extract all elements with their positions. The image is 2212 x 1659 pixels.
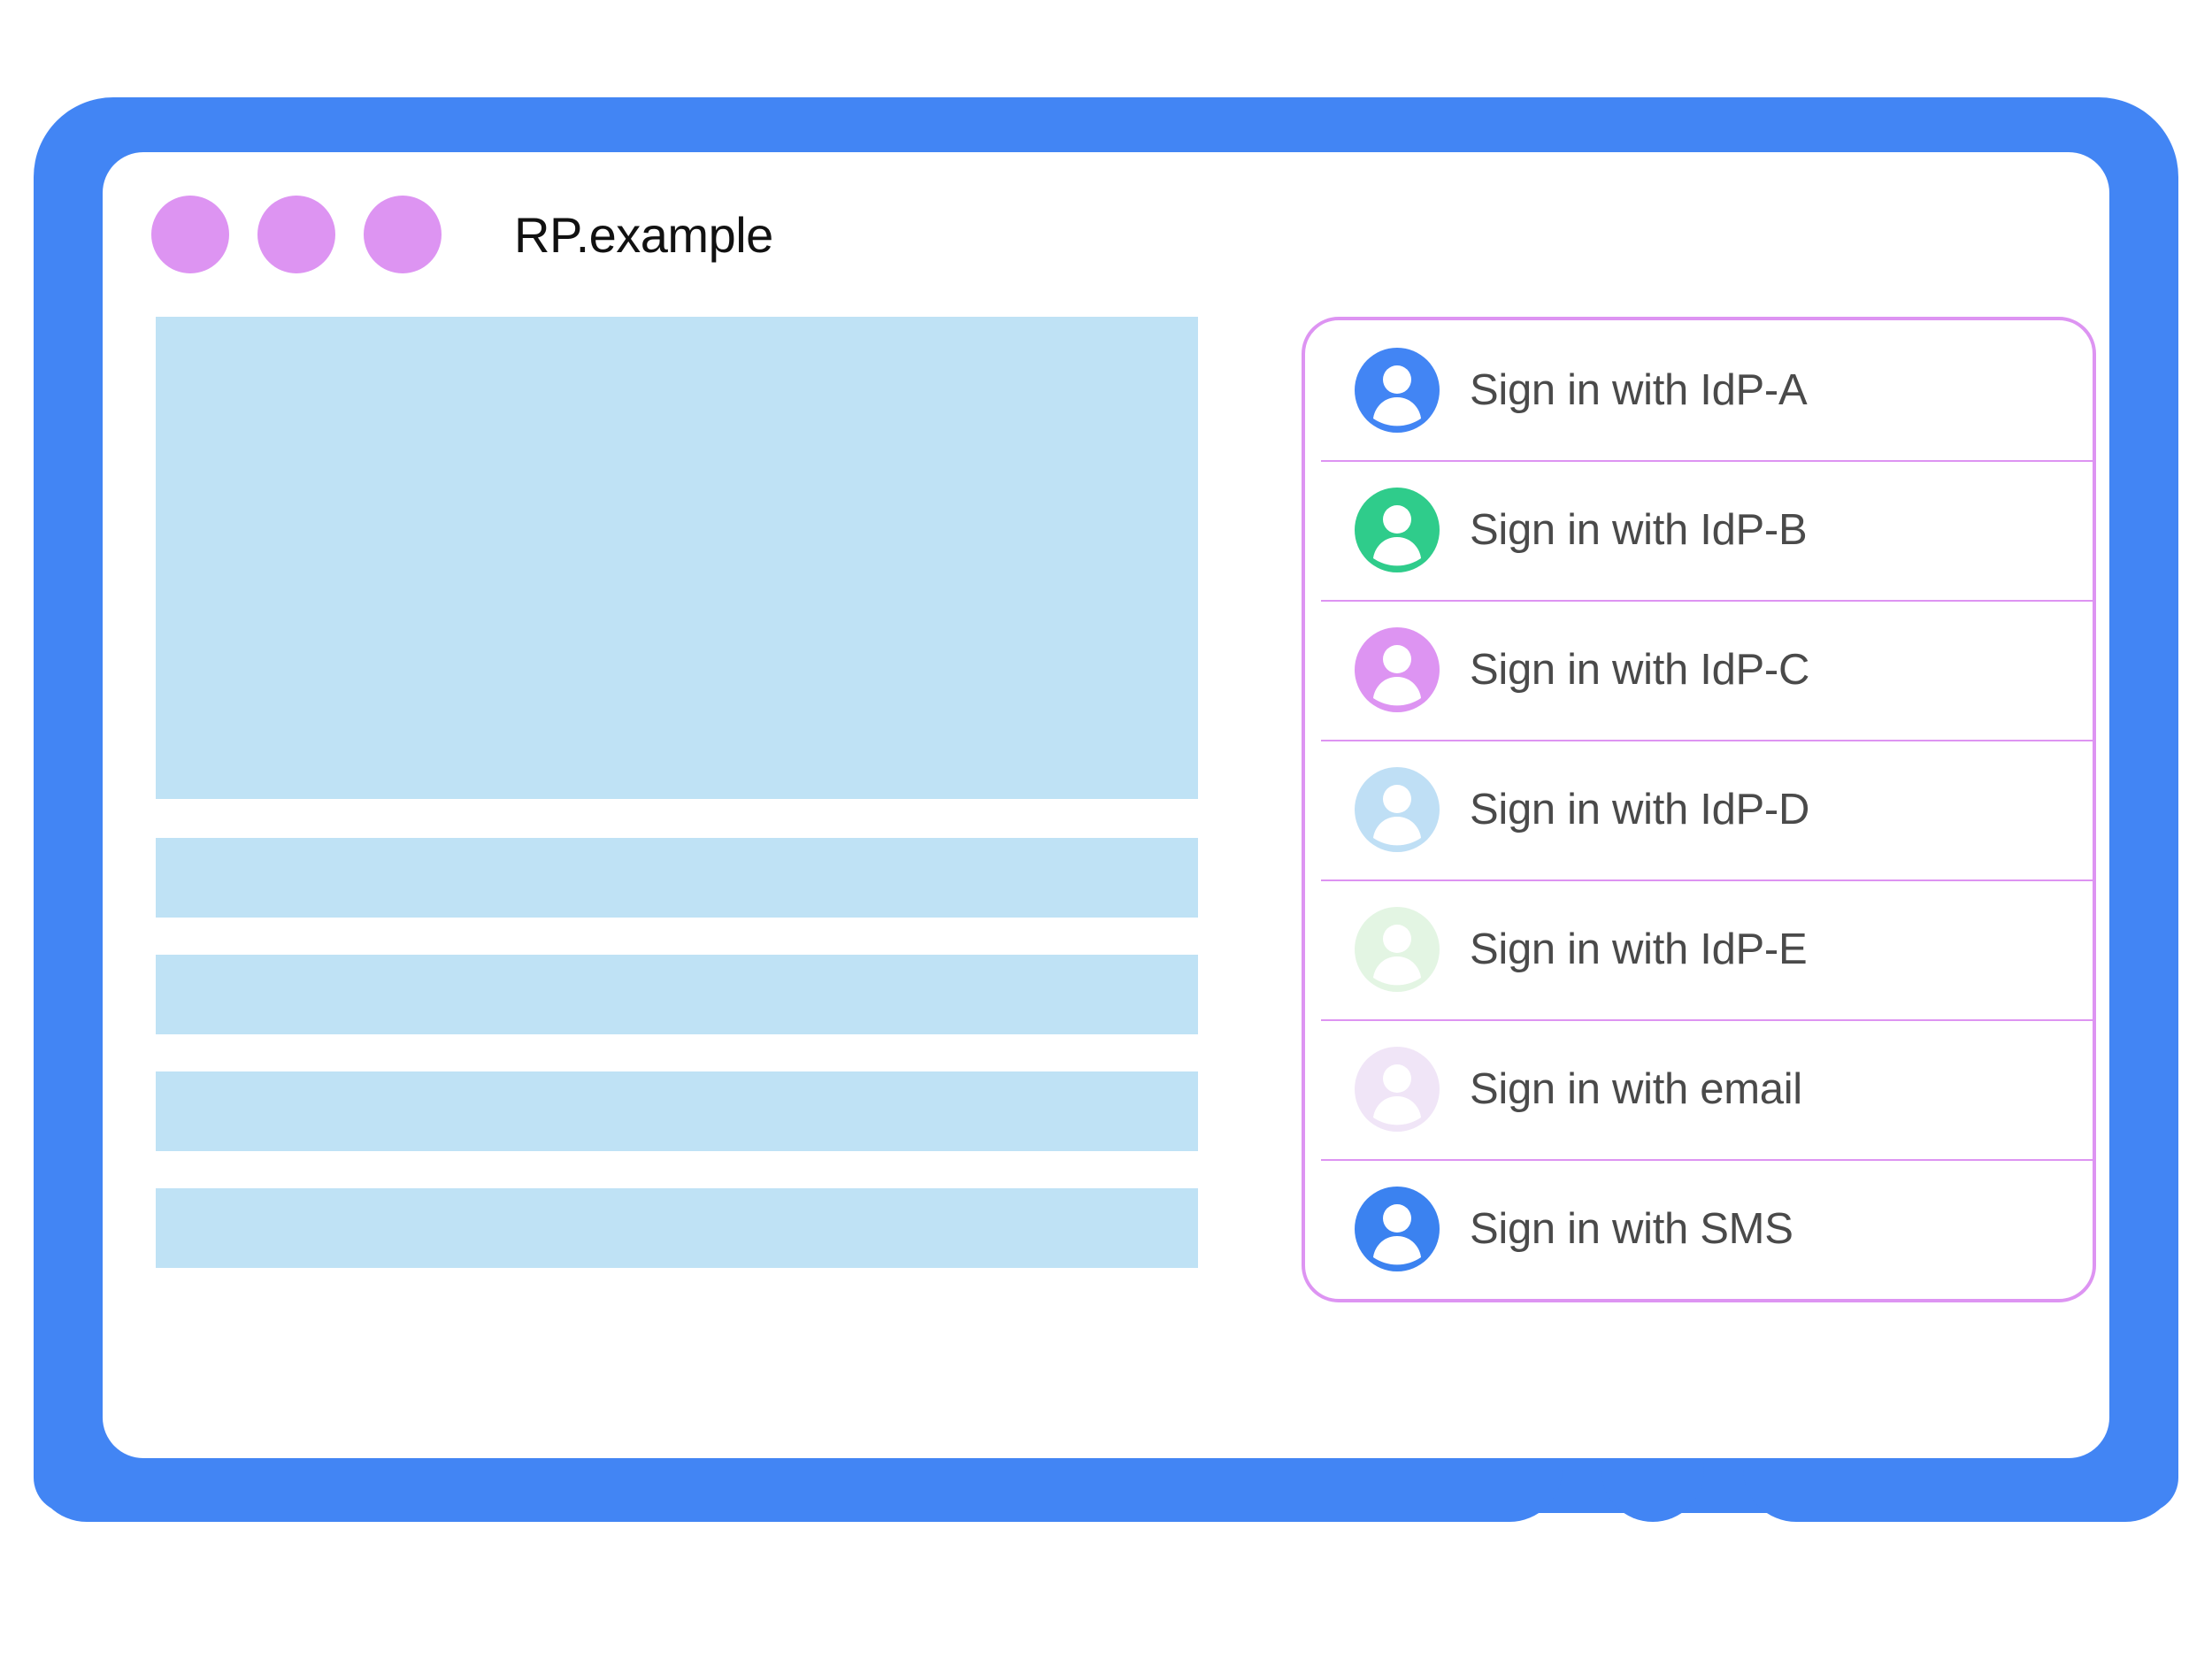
person-avatar-icon xyxy=(1355,627,1440,712)
account-row-label: Sign in with email xyxy=(1470,1065,1802,1113)
account-row-label: Sign in with IdP-E xyxy=(1470,926,1808,973)
browser-title-bar: RP.example xyxy=(103,152,2109,317)
content-placeholder-column xyxy=(156,317,1198,1305)
person-avatar-icon xyxy=(1355,907,1440,992)
content-hero-block xyxy=(156,317,1198,799)
account-row[interactable]: Sign in with IdP-B xyxy=(1305,460,2093,600)
content-bar-block-4 xyxy=(156,1188,1198,1268)
account-row[interactable]: Sign in with IdP-C xyxy=(1305,600,2093,740)
content-bar-block-1 xyxy=(156,838,1198,918)
person-avatar-icon xyxy=(1355,348,1440,433)
account-row[interactable]: Sign in with IdP-A xyxy=(1305,320,2093,460)
device-frame: RP.example Sign in with IdP-A Sign in wit… xyxy=(34,97,2178,1593)
window-dot-2[interactable] xyxy=(257,196,335,273)
account-chooser-panel: Sign in with IdP-A Sign in with IdP-B Sign… xyxy=(1302,317,2096,1302)
account-row[interactable]: Sign in with email xyxy=(1305,1019,2093,1159)
account-row[interactable]: Sign in with SMS xyxy=(1305,1159,2093,1299)
window-dot-3[interactable] xyxy=(364,196,442,273)
window-dot-1[interactable] xyxy=(151,196,229,273)
account-row[interactable]: Sign in with IdP-E xyxy=(1305,879,2093,1019)
account-row[interactable]: Sign in with IdP-D xyxy=(1305,740,2093,879)
browser-screen: RP.example Sign in with IdP-A Sign in wit… xyxy=(103,152,2109,1458)
person-avatar-icon xyxy=(1355,1047,1440,1132)
person-avatar-icon xyxy=(1355,488,1440,572)
page-body: Sign in with IdP-A Sign in with IdP-B Sign… xyxy=(103,317,2109,1458)
account-row-label: Sign in with IdP-D xyxy=(1470,786,1810,833)
account-row-label: Sign in with SMS xyxy=(1470,1205,1793,1253)
account-row-label: Sign in with IdP-B xyxy=(1470,506,1808,554)
person-avatar-icon xyxy=(1355,1187,1440,1271)
person-avatar-icon xyxy=(1355,767,1440,852)
account-row-label: Sign in with IdP-C xyxy=(1470,646,1810,694)
page-title: RP.example xyxy=(514,206,773,263)
account-row-label: Sign in with IdP-A xyxy=(1470,366,1808,414)
content-bar-block-2 xyxy=(156,955,1198,1034)
content-bar-block-3 xyxy=(156,1071,1198,1151)
